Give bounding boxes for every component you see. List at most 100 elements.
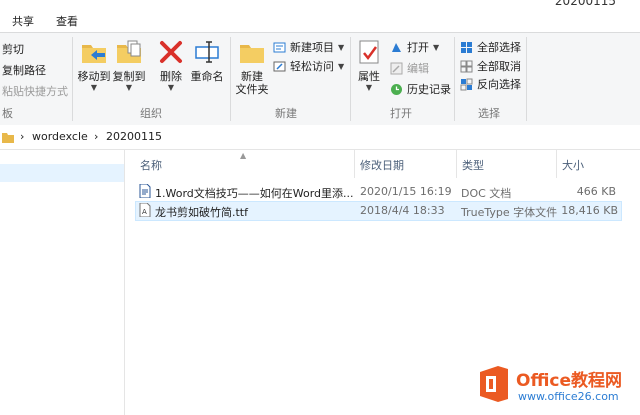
file-name: 1.Word文档技巧——如何在Word里添... (155, 187, 354, 200)
office-logo-icon (480, 366, 508, 402)
rename-icon (195, 41, 219, 63)
delete-x-icon (160, 41, 182, 63)
file-size: 466 KB (576, 185, 616, 198)
breadcrumb-wordexcle[interactable]: wordexcle (32, 130, 88, 143)
folder-icon (2, 133, 14, 143)
paste-shortcut-button[interactable]: 粘贴快捷方式 (2, 83, 68, 99)
ribbon-separator (72, 37, 73, 121)
ribbon: 剪切 复制路径 粘贴快捷方式 板 移动到 ▼ 复制到 ▼ 删除 ▼ 重命名 组织… (0, 32, 640, 126)
history-icon (391, 83, 402, 95)
edit-button[interactable]: 编辑 (390, 60, 429, 76)
new-item-icon (273, 42, 286, 52)
navigation-pane[interactable] (0, 150, 125, 415)
address-bar[interactable]: › wordexcle › 20200115 (0, 125, 640, 150)
chevron-down-icon: ▼ (365, 83, 373, 92)
column-header-date[interactable]: 修改日期 (360, 157, 404, 173)
file-type: DOC 文档 (461, 187, 512, 200)
copy-path-button[interactable]: 复制路径 (2, 62, 46, 78)
title-bar: 20200115 (0, 0, 640, 8)
properties-label: 属性 (358, 70, 380, 83)
edit-label: 编辑 (407, 62, 429, 75)
file-date: 2020/1/15 16:19 (360, 185, 452, 198)
chevron-down-icon: ▼ (167, 83, 175, 92)
breadcrumb-20200115[interactable]: 20200115 (106, 130, 162, 143)
easy-access-icon (273, 61, 286, 71)
easy-access-button[interactable]: 轻松访问 ▼ (273, 58, 344, 74)
easy-access-label: 轻松访问 (290, 60, 334, 73)
ribbon-tabs: 共享 查看 (0, 8, 640, 32)
properties-icon (359, 40, 379, 64)
history-button[interactable]: 历史记录 (390, 81, 451, 97)
open-button[interactable]: 打开 ▼ (390, 39, 439, 55)
brand-name: Office教程网 (516, 371, 623, 391)
font-file-icon: A (139, 203, 151, 217)
word-document-icon (139, 184, 151, 198)
new-item-button[interactable]: 新建项目 ▼ (273, 39, 344, 55)
move-to-icon (82, 45, 106, 63)
new-group-label: 新建 (275, 107, 297, 120)
brand-url: www.office26.com (518, 390, 619, 403)
invert-selection-button[interactable]: 反向选择 (460, 76, 521, 92)
edit-icon (390, 62, 403, 74)
select-all-icon (461, 41, 472, 53)
clipboard-group-label: 板 (2, 107, 13, 120)
file-row-selected[interactable]: A 龙书剪如破竹简.ttf 2018/4/4 18:33 TrueType 字体… (135, 201, 622, 221)
chevron-right-icon: › (20, 130, 25, 143)
copy-to-label: 复制到 (112, 70, 146, 83)
select-group-label: 选择 (478, 107, 500, 120)
copy-path-label: 复制路径 (2, 64, 46, 77)
file-type: TrueType 字体文件 (461, 206, 558, 219)
delete-label: 删除 (160, 70, 182, 83)
watermark-logo: Office教程网 www.office26.com (470, 360, 640, 410)
select-all-button[interactable]: 全部选择 (460, 39, 521, 55)
open-label: 打开 (407, 41, 429, 54)
ribbon-separator (230, 37, 231, 121)
new-folder-button[interactable]: 新建 文件夹 (234, 37, 270, 96)
column-header-name[interactable]: 名称 (140, 157, 162, 173)
column-header-size[interactable]: 大小 (562, 157, 584, 173)
select-none-icon (460, 60, 473, 72)
organize-group-label: 组织 (140, 107, 162, 120)
chevron-right-icon: › (94, 130, 99, 143)
open-group-label: 打开 (390, 107, 412, 120)
tab-share[interactable]: 共享 (12, 13, 34, 29)
chevron-down-icon: ▼ (90, 83, 98, 92)
svg-text:A: A (142, 208, 147, 216)
column-header-type[interactable]: 类型 (462, 157, 484, 173)
paste-shortcut-label: 粘贴快捷方式 (2, 85, 68, 98)
invert-selection-icon (460, 78, 473, 90)
column-divider[interactable] (556, 150, 557, 178)
file-size: 18,416 KB (561, 204, 618, 217)
properties-button[interactable]: 属性 ▼ (354, 37, 384, 92)
invert-selection-label: 反向选择 (477, 78, 521, 91)
column-divider[interactable] (456, 150, 457, 178)
copy-to-button[interactable]: 复制到 ▼ (112, 37, 146, 92)
new-folder-icon (240, 45, 264, 63)
file-date: 2018/4/4 18:33 (360, 204, 445, 217)
file-name: 龙书剪如破竹简.ttf (155, 206, 248, 219)
delete-button[interactable]: 删除 ▼ (155, 37, 187, 92)
select-none-button[interactable]: 全部取消 (460, 58, 521, 74)
chevron-down-icon: ▼ (433, 42, 440, 52)
rename-button[interactable]: 重命名 (190, 37, 224, 83)
sort-ascending-icon: ▲ (240, 151, 247, 160)
tab-view[interactable]: 查看 (56, 13, 78, 29)
move-to-label: 移动到 (77, 70, 111, 83)
file-row[interactable]: 1.Word文档技巧——如何在Word里添... 2020/1/15 16:19… (135, 182, 620, 200)
chevron-down-icon: ▼ (338, 42, 345, 52)
column-divider[interactable] (354, 150, 355, 178)
select-none-label: 全部取消 (477, 60, 521, 73)
cut-button[interactable]: 剪切 (2, 41, 24, 57)
open-icon (392, 42, 401, 52)
window-title: 20200115 (554, 0, 616, 8)
ribbon-separator (454, 37, 455, 121)
move-to-button[interactable]: 移动到 ▼ (77, 37, 111, 92)
ribbon-separator (526, 37, 527, 121)
nav-selected-item[interactable] (0, 164, 124, 182)
new-item-label: 新建项目 (290, 41, 334, 54)
copy-to-icon (117, 40, 141, 63)
new-folder-label: 新建 文件夹 (235, 70, 269, 96)
cut-label: 剪切 (2, 43, 24, 56)
chevron-down-icon: ▼ (338, 61, 345, 71)
select-all-label: 全部选择 (477, 41, 521, 54)
